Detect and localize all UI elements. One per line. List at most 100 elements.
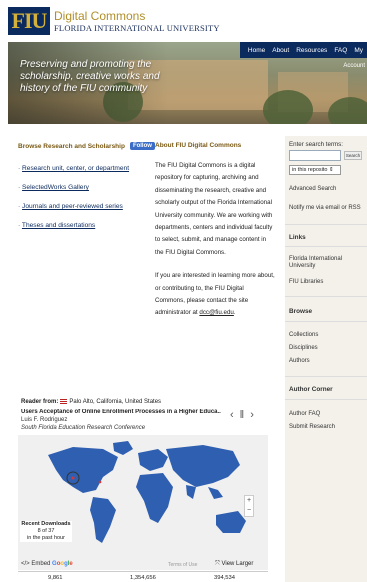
map-europe	[138, 449, 168, 471]
site-header: FIU Digital Commons FLORIDA INTERNATIONA…	[0, 0, 367, 42]
reader-dot	[98, 480, 102, 484]
top-nav: Home About Resources FAQ My	[239, 42, 367, 58]
pause-icon[interactable]: ‖	[240, 409, 245, 421]
google-logo: Google	[52, 561, 73, 567]
divider	[285, 224, 367, 225]
embed-label: Embed	[31, 561, 51, 567]
search-label: Enter search terms:	[289, 141, 343, 148]
nav-resources[interactable]: Resources	[296, 47, 327, 54]
download-conference: South Florida Education Research Confere…	[21, 425, 146, 431]
nav-about[interactable]: About	[272, 47, 289, 54]
brand-subtitle: FLORIDA INTERNATIONAL UNIVERSITY	[54, 23, 220, 33]
author-faq-link[interactable]: Author FAQ	[289, 411, 320, 417]
download-stats: 9,861 1,354,656 394,534	[18, 571, 268, 582]
map-greenland	[113, 441, 133, 455]
contact-period: .	[233, 309, 236, 317]
advanced-search-link[interactable]: Advanced Search	[289, 186, 336, 192]
stat-value: 9,861	[48, 575, 63, 581]
banner-tagline: Preserving and promoting the scholarship…	[20, 59, 160, 94]
about-heading: About FIU Digital Commons	[155, 142, 242, 149]
search-input[interactable]	[289, 150, 341, 161]
browse-heading-text: Browse Research and Scholarship	[18, 142, 125, 150]
embed-icon: </>	[21, 561, 30, 567]
notify-link[interactable]: Notify me via email or RSS	[289, 205, 361, 211]
prev-icon[interactable]: ‹	[230, 409, 234, 421]
browse-side-heading: Browse	[289, 308, 313, 315]
expand-icon: ⤧	[215, 561, 220, 567]
download-author: Luis F. Rodriguez	[21, 417, 68, 423]
world-map-graphic	[48, 441, 246, 543]
search-scope-select[interactable]: in this reposito ⇕	[289, 165, 341, 175]
stat-value: 394,534	[214, 575, 235, 581]
fiu-libraries-link[interactable]: FIU Libraries	[289, 279, 323, 285]
disciplines-link[interactable]: Disciplines	[289, 345, 318, 351]
browse-list: · Research unit, center, or department ·…	[18, 165, 142, 229]
divider	[285, 321, 367, 322]
nav-faq[interactable]: FAQ	[334, 47, 347, 54]
browse-link-label[interactable]: Research unit, center, or department	[22, 165, 129, 172]
us-flag-icon	[60, 399, 68, 404]
browse-link-label[interactable]: Theses and dissertations	[22, 222, 95, 229]
recent-count: 8 of 37	[37, 528, 55, 534]
reader-dot	[71, 476, 75, 480]
map-south-america	[90, 497, 116, 543]
search-button[interactable]: Search	[344, 151, 362, 160]
map-asia	[166, 445, 240, 487]
divider	[285, 376, 367, 377]
about-contact-paragraph: If you are interested in learning more a…	[155, 270, 275, 320]
view-larger-label: View Larger	[221, 561, 254, 567]
scope-value: in this reposito	[292, 167, 328, 173]
map-africa	[136, 473, 173, 523]
recent-downloads: Recent Downloads 8 of 37 in the past hou…	[20, 521, 72, 542]
nav-my[interactable]: My	[354, 47, 363, 54]
terms-of-use-link[interactable]: Terms of Use	[168, 562, 197, 568]
collections-link[interactable]: Collections	[289, 332, 318, 338]
browse-section: Browse Research and Scholarship Follow ·…	[18, 142, 155, 241]
readership-widget: Reader from: Palo Alto, California, Unite…	[18, 395, 268, 582]
carousel-controls: ‹ ‖ ›	[230, 409, 260, 421]
brand-title[interactable]: Digital Commons	[54, 9, 145, 23]
page: { "header": { "logo": "FIU", "brand_line…	[0, 0, 367, 582]
world-map[interactable]	[18, 435, 268, 570]
reader-from: Reader from: Palo Alto, California, Unite…	[21, 399, 161, 405]
map-southeast-asia	[208, 487, 223, 499]
contact-email-link[interactable]: dcc@fiu.edu	[199, 309, 234, 316]
banner-tree	[263, 90, 313, 124]
follow-button[interactable]: Follow	[129, 142, 155, 150]
recent-period: in the past hour	[27, 535, 65, 541]
embed-link[interactable]: </> Embed Google	[21, 561, 73, 567]
recent-heading: Recent Downloads	[21, 521, 71, 527]
fiu-link[interactable]: Florida International University	[289, 256, 365, 270]
browse-link-journals[interactable]: · Journals and peer-reviewed series	[18, 203, 142, 210]
about-paragraph: The FIU Digital Commons is a digital rep…	[155, 162, 273, 256]
select-arrows-icon: ⇕	[329, 167, 334, 173]
map-north-america	[48, 447, 118, 493]
map-zoom-control[interactable]: + −	[244, 495, 254, 517]
view-larger-link[interactable]: ⤧ View Larger	[215, 561, 253, 568]
browse-link-label[interactable]: Journals and peer-reviewed series	[22, 203, 123, 210]
author-corner-heading: Author Corner	[289, 386, 333, 393]
browse-link-label[interactable]: SelectedWorks Gallery	[22, 184, 89, 191]
download-title-link[interactable]: Users Acceptance of Online Enrollment Pr…	[21, 409, 221, 415]
hero-banner: Preserving and promoting the scholarship…	[8, 42, 367, 124]
nav-home[interactable]: Home	[248, 47, 265, 54]
divider	[285, 399, 367, 400]
browse-link-selectedworks[interactable]: · SelectedWorks Gallery	[18, 184, 142, 191]
links-heading: Links	[289, 234, 306, 241]
authors-link[interactable]: Authors	[289, 358, 310, 364]
browse-link-theses[interactable]: · Theses and dissertations	[18, 222, 142, 229]
divider	[285, 296, 367, 297]
about-section: About FIU Digital Commons The FIU Digita…	[155, 142, 275, 320]
stat-value: 1,354,656	[130, 575, 156, 581]
right-sidebar: Enter search terms: Search in this repos…	[285, 136, 367, 582]
map-india	[186, 485, 196, 499]
next-icon[interactable]: ›	[250, 409, 254, 421]
browse-link-units[interactable]: · Research unit, center, or department	[18, 165, 142, 172]
map-australia	[216, 511, 246, 533]
fiu-logo[interactable]: FIU	[8, 7, 50, 35]
divider	[285, 246, 367, 247]
reader-location: Palo Alto, California, United States	[69, 399, 162, 406]
banner-tree	[328, 97, 367, 124]
submit-research-link[interactable]: Submit Research	[289, 424, 335, 430]
nav-account[interactable]: Account	[343, 63, 365, 69]
